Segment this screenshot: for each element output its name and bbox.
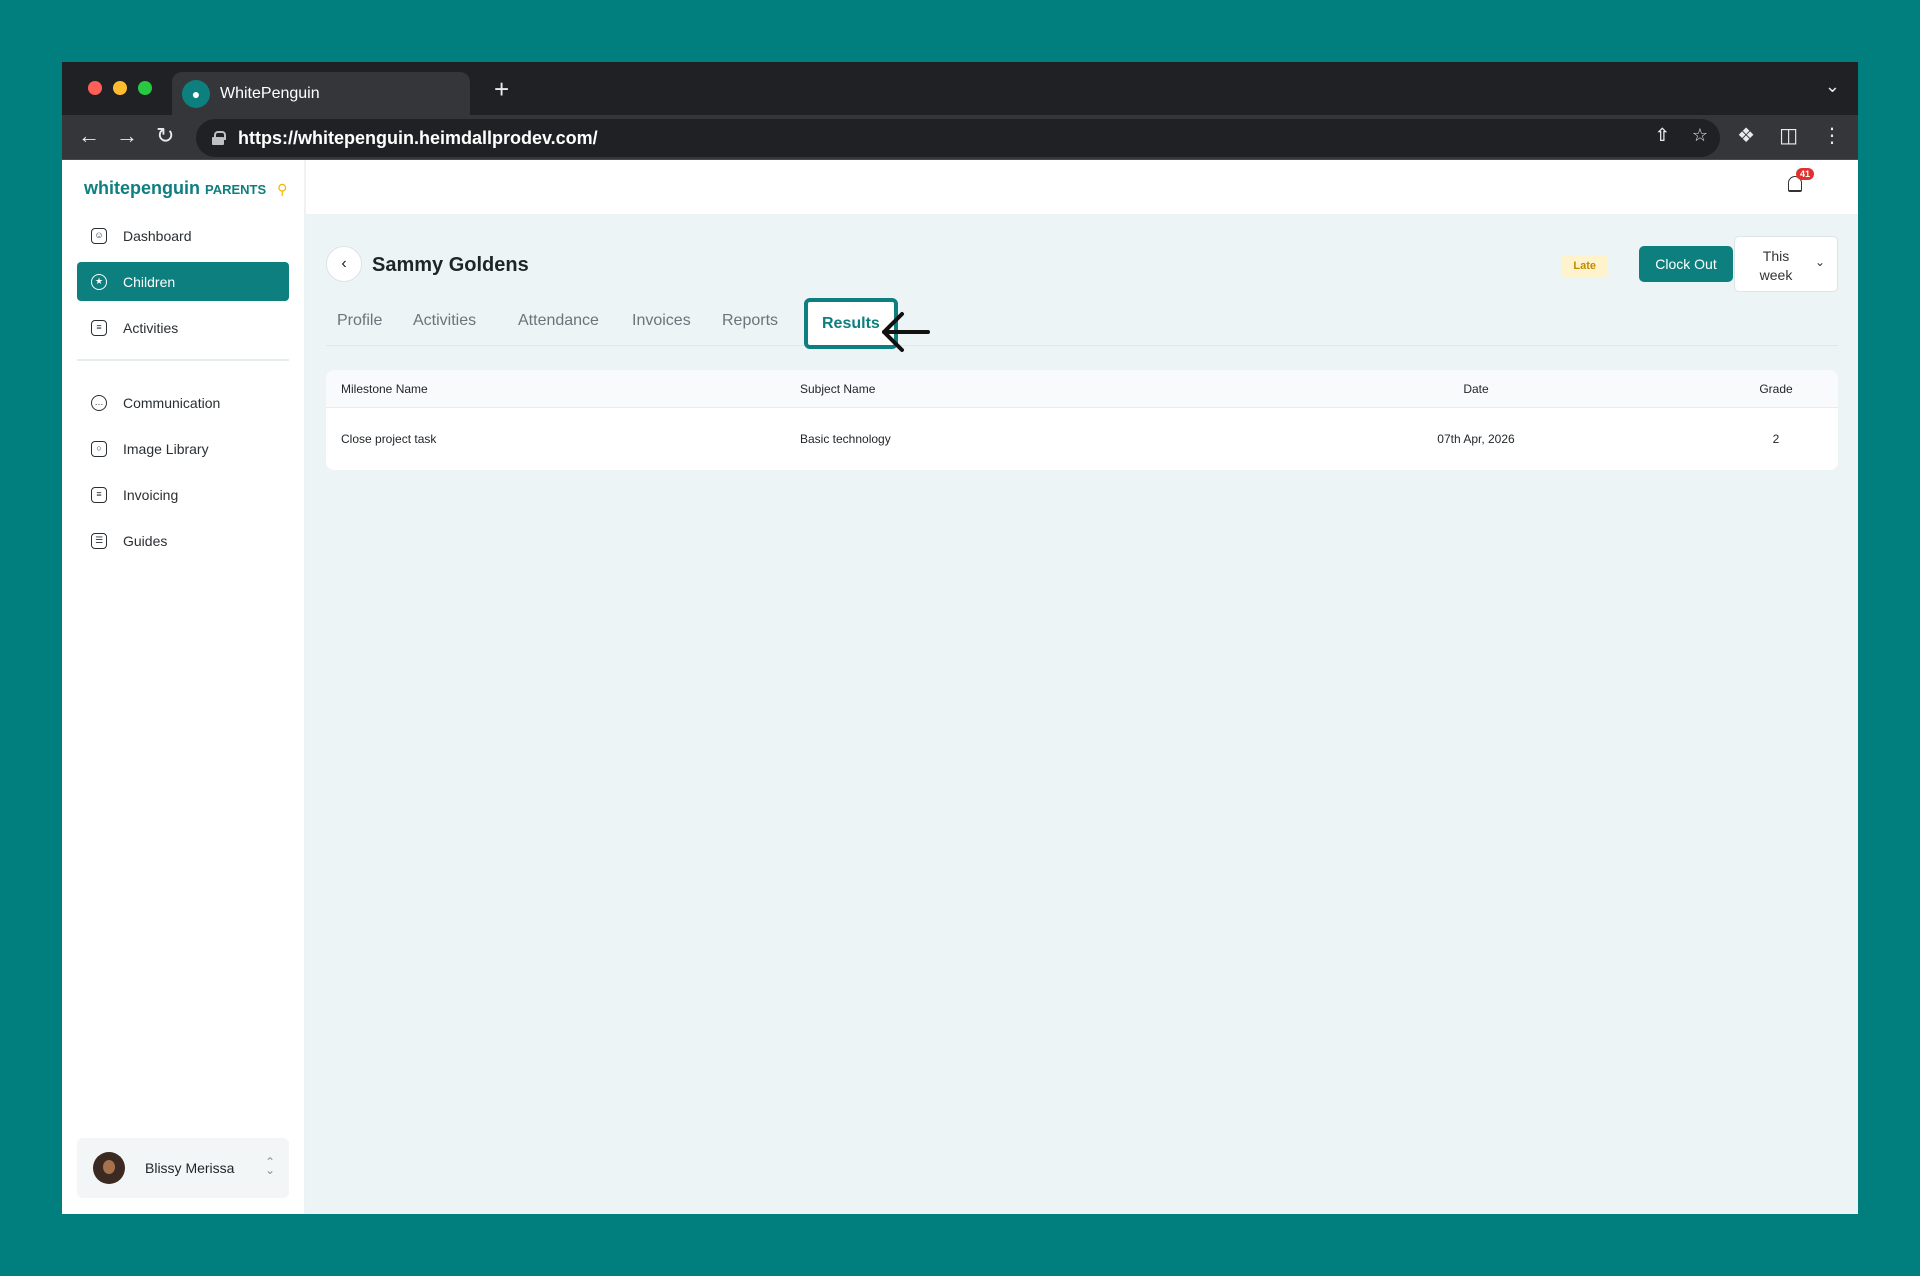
sidebar-item-communication[interactable]: … Communication bbox=[77, 383, 289, 422]
clipboard-icon: ≡ bbox=[91, 319, 107, 336]
cell-date: 07th Apr, 2026 bbox=[1437, 432, 1515, 446]
sidebar-divider bbox=[77, 359, 289, 361]
reload-icon[interactable]: ↻ bbox=[156, 124, 174, 148]
notification-count-badge: 41 bbox=[1795, 168, 1814, 180]
tab-reports[interactable]: Reports bbox=[722, 312, 778, 330]
chevron-updown-icon: ⌃ ⌄ bbox=[264, 1155, 275, 1177]
chevron-left-icon: ‹ bbox=[341, 255, 347, 272]
more-menu-icon[interactable]: ⋮ bbox=[1822, 123, 1842, 148]
share-icon[interactable]: ⇧ bbox=[1655, 125, 1670, 146]
period-line-2: week bbox=[1759, 267, 1793, 283]
column-header-milestone: Milestone Name bbox=[341, 381, 428, 396]
sidebar-item-activities[interactable]: ≡ Activities bbox=[77, 308, 289, 347]
period-select[interactable]: This week ⌄ bbox=[1734, 236, 1838, 292]
new-tab-button[interactable]: + bbox=[494, 74, 509, 105]
browser-tab[interactable]: ● WhitePenguin bbox=[172, 72, 470, 115]
chevron-down-icon[interactable]: ⌄ bbox=[1825, 76, 1840, 97]
tab-profile[interactable]: Profile bbox=[337, 312, 382, 330]
sidebar-item-label: Invoicing bbox=[123, 486, 179, 503]
status-badge: Late bbox=[1561, 255, 1608, 277]
close-window-button[interactable] bbox=[88, 81, 102, 95]
invoice-icon: ≡ bbox=[91, 486, 107, 503]
table-row[interactable]: Close project task Basic technology 07th… bbox=[326, 408, 1838, 470]
address-bar[interactable]: https://whitepenguin.heimdallprodev.com/… bbox=[196, 119, 1720, 157]
sidebar-item-label: Guides bbox=[123, 532, 168, 549]
top-bar: 41 bbox=[306, 160, 1858, 214]
results-table: Milestone Name Subject Name Date Grade C… bbox=[326, 370, 1838, 470]
app-root: whitepenguin PARENTS ⚲ ☺ Dashboard ★ Chi… bbox=[62, 160, 1858, 1214]
sidebar-item-dashboard[interactable]: ☺ Dashboard bbox=[77, 216, 289, 255]
guide-icon: ☰ bbox=[91, 532, 107, 549]
period-select-value: This week bbox=[1751, 247, 1801, 285]
sidebar-item-children[interactable]: ★ Children bbox=[77, 262, 289, 301]
penguin-favicon-icon: ● bbox=[182, 79, 210, 108]
lock-icon bbox=[212, 131, 226, 145]
side-panel-icon[interactable]: ◫ bbox=[1779, 123, 1798, 148]
tab-activities[interactable]: Activities bbox=[413, 312, 476, 330]
tab-invoices[interactable]: Invoices bbox=[632, 312, 691, 330]
column-header-grade: Grade bbox=[1759, 381, 1793, 396]
child-tabs: Profile Activities Attendance Invoices R… bbox=[326, 298, 1838, 349]
chat-icon: … bbox=[91, 394, 107, 411]
clock-out-button[interactable]: Clock Out bbox=[1639, 246, 1733, 282]
user-switcher[interactable]: Blissy Merissa ⌃ ⌄ bbox=[77, 1138, 289, 1198]
forward-arrow-icon[interactable]: → bbox=[116, 124, 138, 148]
logo-wordmark: whitepenguin bbox=[84, 178, 200, 198]
left-arrow-annotation-icon bbox=[882, 312, 930, 352]
user-name: Blissy Merissa bbox=[145, 1160, 235, 1176]
dashboard-icon: ☺ bbox=[91, 227, 107, 244]
minimize-window-button[interactable] bbox=[113, 81, 127, 95]
column-header-date: Date bbox=[1463, 381, 1489, 396]
browser-toolbar: ← → ↻ https://whitepenguin.heimdallprode… bbox=[62, 115, 1858, 160]
tab-attendance[interactable]: Attendance bbox=[518, 312, 599, 330]
page-title: Sammy Goldens bbox=[372, 254, 529, 276]
chevron-down-icon: ⌄ bbox=[1814, 255, 1825, 269]
sidebar-item-label: Children bbox=[123, 273, 176, 290]
bookmark-star-icon[interactable]: ☆ bbox=[1692, 125, 1708, 146]
avatar bbox=[93, 1152, 125, 1184]
badge-icon: ⚲ bbox=[277, 181, 288, 197]
window-controls bbox=[88, 81, 152, 95]
main-content: 41 ‹ Sammy Goldens Late Clock Out This w… bbox=[306, 160, 1858, 1214]
browser-tab-title: WhitePenguin bbox=[220, 84, 320, 102]
sidebar-nav: ☺ Dashboard ★ Children ≡ Activities … Co… bbox=[77, 216, 289, 567]
logo-subtitle: PARENTS bbox=[205, 182, 267, 197]
sidebar-item-label: Communication bbox=[123, 394, 221, 411]
period-line-1: This bbox=[1762, 248, 1790, 264]
maximize-window-button[interactable] bbox=[138, 81, 152, 95]
url-text: https://whitepenguin.heimdallprodev.com/ bbox=[238, 127, 598, 148]
browser-window: ● WhitePenguin + ⌄ ← → ↻ https://whitepe… bbox=[62, 62, 1858, 1214]
sidebar: whitepenguin PARENTS ⚲ ☺ Dashboard ★ Chi… bbox=[62, 160, 306, 1214]
camera-icon: ○ bbox=[91, 440, 107, 457]
table-header-row: Milestone Name Subject Name Date Grade bbox=[326, 370, 1838, 408]
sidebar-item-guides[interactable]: ☰ Guides bbox=[77, 521, 289, 560]
back-arrow-icon[interactable]: ← bbox=[78, 124, 100, 148]
sidebar-item-label: Dashboard bbox=[123, 227, 192, 244]
sidebar-item-label: Image Library bbox=[123, 440, 209, 457]
app-logo[interactable]: whitepenguin PARENTS ⚲ bbox=[84, 178, 287, 199]
browser-tabbar: ● WhitePenguin + ⌄ bbox=[62, 62, 1858, 115]
cell-subject-name: Basic technology bbox=[800, 432, 891, 446]
extensions-puzzle-icon[interactable]: ❖ bbox=[1737, 123, 1755, 148]
sidebar-item-label: Activities bbox=[123, 319, 179, 336]
cell-milestone-name: Close project task bbox=[341, 432, 437, 446]
sidebar-item-invoicing[interactable]: ≡ Invoicing bbox=[77, 475, 289, 514]
column-header-subject: Subject Name bbox=[800, 381, 876, 396]
back-button[interactable]: ‹ bbox=[326, 246, 362, 282]
child-header: ‹ Sammy Goldens Late Clock Out This week… bbox=[326, 236, 1838, 292]
sidebar-item-image-library[interactable]: ○ Image Library bbox=[77, 429, 289, 468]
children-icon: ★ bbox=[91, 273, 107, 290]
cell-grade: 2 bbox=[1772, 432, 1780, 446]
